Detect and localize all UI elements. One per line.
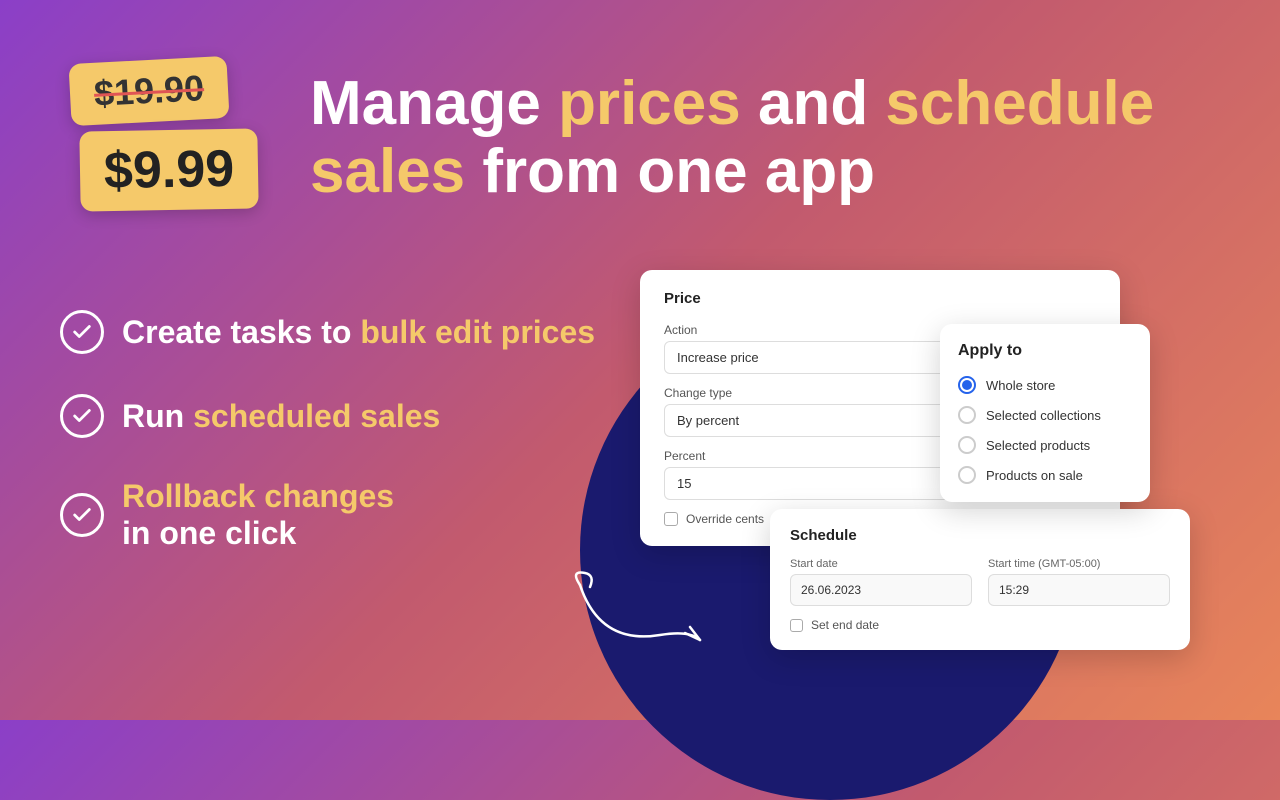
old-price-tag: $19.90: [68, 56, 229, 126]
schedule-title: Schedule: [790, 527, 1170, 544]
radio-item-selected-products[interactable]: Selected products: [958, 436, 1132, 454]
start-date-input[interactable]: 26.06.2023: [790, 574, 972, 606]
override-cents-checkbox[interactable]: [664, 512, 678, 526]
feature-text-2: Run scheduled sales: [122, 398, 440, 435]
schedule-date-time-row: Start date 26.06.2023 Start time (GMT-05…: [790, 558, 1170, 606]
check-icon-3: [71, 504, 93, 526]
heading-line1: Manage prices and schedule: [310, 69, 1154, 138]
set-end-date-checkbox[interactable]: [790, 619, 803, 632]
check-circle-3: [60, 493, 104, 537]
feature-accent-3: Rollback changes: [122, 478, 394, 514]
price-card-title: Price: [664, 290, 1096, 307]
heading-accent-schedule: schedule: [885, 69, 1154, 138]
radio-label-products-on-sale: Products on sale: [986, 468, 1083, 483]
radio-item-whole-store[interactable]: Whole store: [958, 376, 1132, 394]
heading-line2: sales from one app: [310, 137, 875, 206]
heading-accent-sales: sales: [310, 137, 465, 206]
feature-accent-1: bulk edit prices: [360, 314, 595, 350]
check-circle-1: [60, 310, 104, 354]
radio-inner-whole-store: [962, 380, 972, 390]
main-heading: Manage prices and schedule sales from on…: [310, 70, 1230, 206]
radio-label-selected-collections: Selected collections: [986, 408, 1101, 423]
heading-accent-prices: prices: [558, 69, 741, 138]
radio-outer-selected-collections: [958, 406, 976, 424]
radio-label-selected-products: Selected products: [986, 438, 1090, 453]
price-tags-container: $19.90 $9.99: [60, 60, 280, 260]
new-price-tag: $9.99: [79, 128, 259, 211]
features-list: Create tasks to bulk edit prices Run sch…: [60, 310, 595, 552]
decorative-arrow: [560, 565, 720, 655]
check-circle-2: [60, 394, 104, 438]
radio-outer-whole-store: [958, 376, 976, 394]
feature-item-3: Rollback changesin one click: [60, 478, 595, 552]
apply-to-radio-group: Whole store Selected collections Selecte…: [958, 376, 1132, 484]
schedule-card: Schedule Start date 26.06.2023 Start tim…: [770, 509, 1190, 650]
feature-accent-2: scheduled sales: [193, 398, 440, 434]
set-end-date-row: Set end date: [790, 618, 1170, 632]
check-icon-1: [71, 321, 93, 343]
start-time-field: Start time (GMT-05:00) 15:29: [988, 558, 1170, 606]
apply-to-title: Apply to: [958, 342, 1132, 360]
feature-text-3: Rollback changesin one click: [122, 478, 394, 552]
radio-outer-selected-products: [958, 436, 976, 454]
override-cents-label: Override cents: [686, 512, 764, 526]
check-icon-2: [71, 405, 93, 427]
radio-label-whole-store: Whole store: [986, 378, 1055, 393]
radio-outer-products-on-sale: [958, 466, 976, 484]
radio-item-products-on-sale[interactable]: Products on sale: [958, 466, 1132, 484]
feature-text-1: Create tasks to bulk edit prices: [122, 314, 595, 351]
start-time-input[interactable]: 15:29: [988, 574, 1170, 606]
apply-to-card: Apply to Whole store Selected collection…: [940, 324, 1150, 502]
radio-item-selected-collections[interactable]: Selected collections: [958, 406, 1132, 424]
set-end-date-label: Set end date: [811, 618, 879, 632]
start-time-label: Start time (GMT-05:00): [988, 558, 1170, 570]
feature-item-2: Run scheduled sales: [60, 394, 595, 438]
start-date-label: Start date: [790, 558, 972, 570]
feature-item-1: Create tasks to bulk edit prices: [60, 310, 595, 354]
start-date-field: Start date 26.06.2023: [790, 558, 972, 606]
